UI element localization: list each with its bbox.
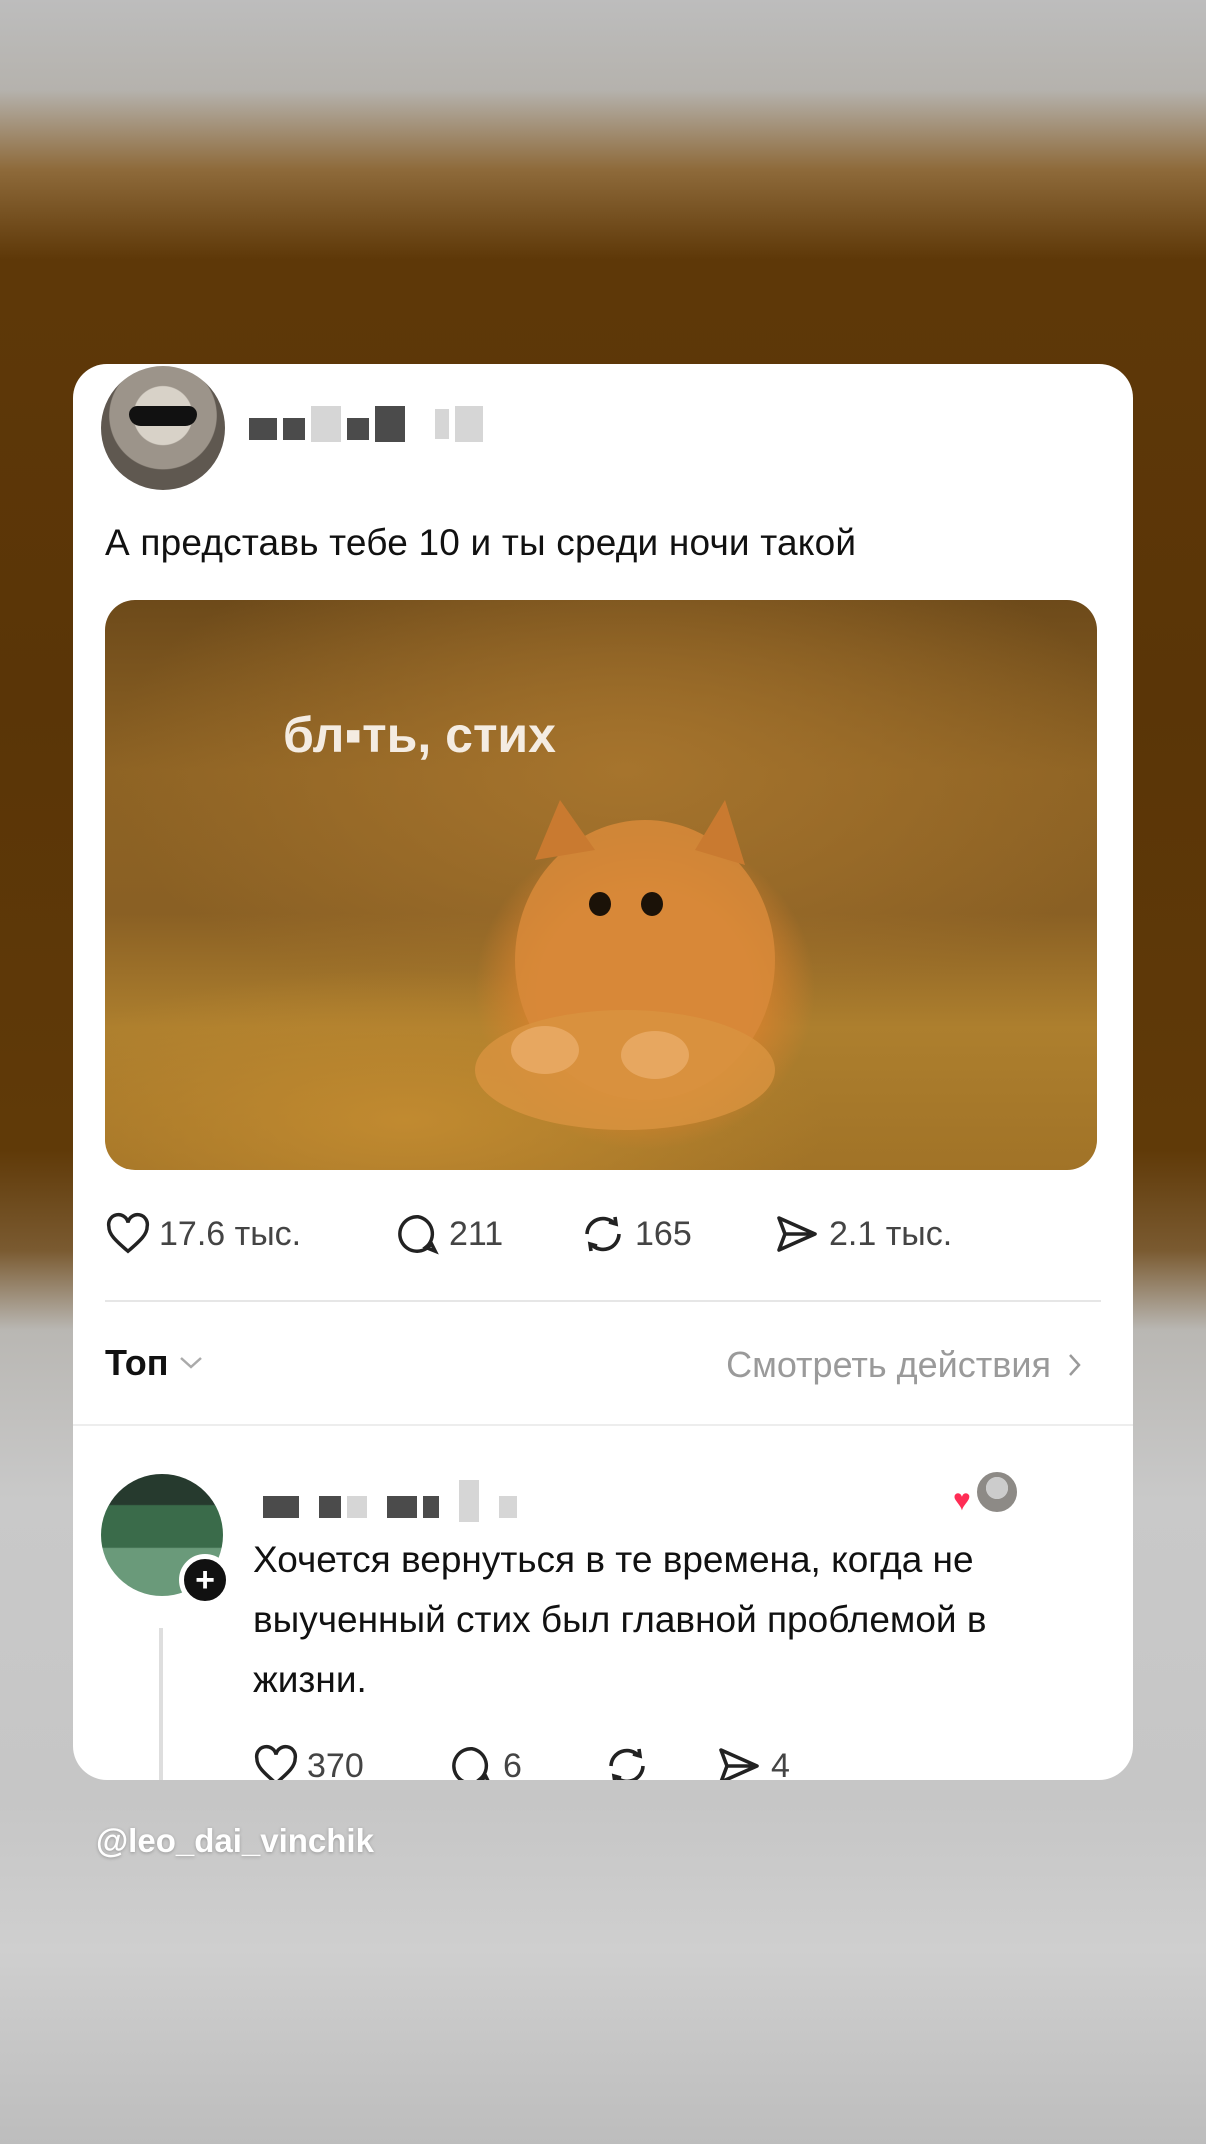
repost-button[interactable]: 165: [579, 1212, 692, 1256]
chevron-right-icon: [1069, 1354, 1081, 1376]
share-icon: [719, 1748, 759, 1780]
reply-comment-button[interactable]: 6: [449, 1744, 522, 1780]
watermark-handle: @leo_dai_vinchik: [96, 1822, 374, 1859]
view-actions-label: Смотреть действия: [726, 1344, 1051, 1385]
sort-dropdown[interactable]: Топ: [105, 1342, 204, 1384]
reply-repost-button[interactable]: [603, 1744, 651, 1780]
section-divider: [73, 1424, 1133, 1426]
reply-like-button[interactable]: 370: [253, 1744, 364, 1780]
author-avatar[interactable]: [101, 366, 225, 490]
comment-count: 211: [449, 1214, 504, 1253]
view-actions-link[interactable]: Смотреть действия: [726, 1344, 1083, 1386]
share-icon: [777, 1216, 817, 1252]
repost-icon: [585, 1216, 621, 1252]
reply-share-count: 4: [771, 1746, 790, 1781]
kitten-eye-right: [641, 892, 663, 916]
sunglasses-graphic: [129, 406, 197, 426]
comment-icon: [398, 1215, 439, 1255]
reply-text: Хочется вернуться в те времена, когда не…: [253, 1539, 987, 1700]
reply-share-button[interactable]: 4: [715, 1744, 790, 1780]
liked-by-author-badge: ♥: [953, 1470, 1019, 1516]
kitten-eye-left: [589, 892, 611, 916]
post-text: А представь тебе 10 и ты среди ночи тако…: [105, 522, 857, 563]
heart-icon: ♥: [953, 1484, 971, 1517]
follow-plus-icon[interactable]: +: [179, 1554, 231, 1606]
reply-like-count: 370: [307, 1746, 364, 1781]
author-name-censored[interactable]: [249, 406, 483, 442]
post-card: А представь тебе 10 и ты среди ночи тако…: [73, 364, 1133, 1780]
share-count: 2.1 тыс.: [829, 1214, 953, 1253]
kitten-graphic: [475, 800, 775, 1130]
mini-avatar: [975, 1470, 1019, 1514]
divider: [105, 1300, 1101, 1302]
like-count: 17.6 тыс.: [159, 1214, 302, 1253]
repost-count: 165: [635, 1214, 692, 1253]
reply-author-name-censored[interactable]: [263, 1480, 517, 1522]
comment-button[interactable]: 211: [395, 1212, 503, 1256]
reply-comment-count: 6: [503, 1746, 522, 1781]
post-image[interactable]: бл▪ть, стих: [105, 600, 1097, 1170]
thread-line: [159, 1628, 163, 1780]
repost-icon: [609, 1748, 645, 1780]
sort-label: Топ: [105, 1342, 169, 1383]
heart-icon: [106, 1212, 150, 1254]
share-button[interactable]: 2.1 тыс.: [773, 1212, 952, 1256]
comment-icon: [452, 1747, 490, 1780]
chevron-down-icon: [180, 1357, 203, 1369]
like-button[interactable]: 17.6 тыс.: [105, 1212, 301, 1256]
heart-icon: [254, 1744, 298, 1780]
